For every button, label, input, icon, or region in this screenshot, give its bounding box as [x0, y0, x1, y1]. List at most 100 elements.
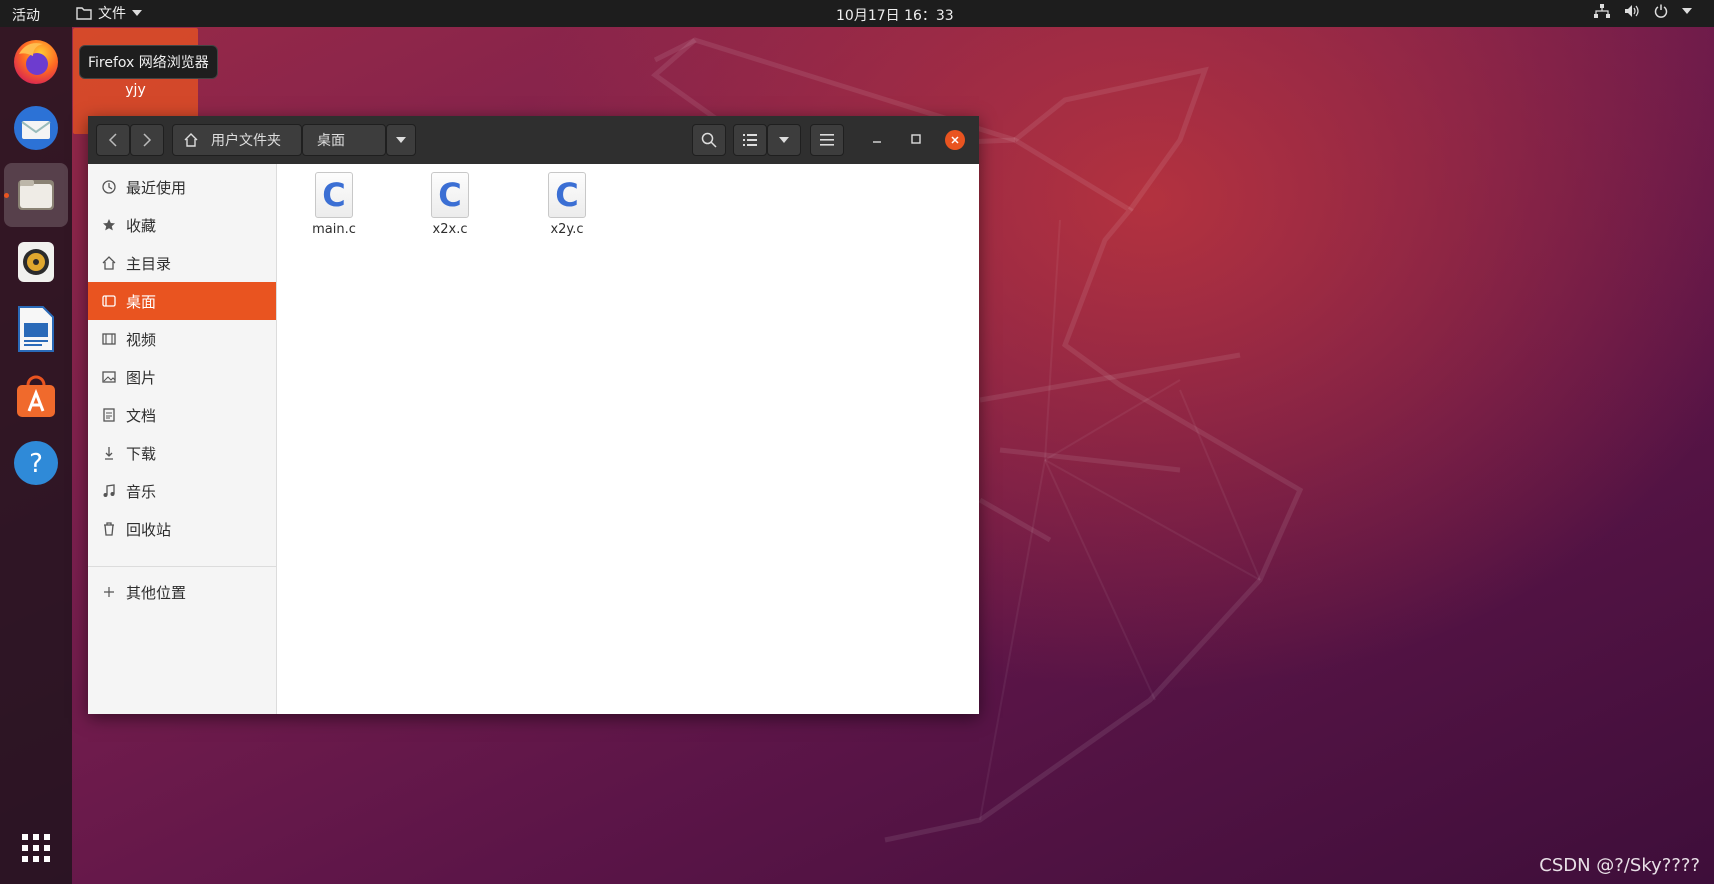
trash-icon: [100, 522, 118, 536]
file-manager-window: 用户文件夹 桌面 最近使用 收藏 主目录 桌面 视频 图片 文档 下载 音乐 回…: [88, 116, 979, 714]
files-icon: [18, 180, 54, 210]
sidebar-item-home[interactable]: 主目录: [88, 244, 276, 282]
sidebar-item-pictures[interactable]: 图片: [88, 358, 276, 396]
forward-button[interactable]: [130, 124, 164, 156]
places-sidebar: 最近使用 收藏 主目录 桌面 视频 图片 文档 下载 音乐 回收站 其他位置: [88, 164, 277, 714]
running-indicator: [4, 193, 9, 198]
breadcrumb-home[interactable]: 用户文件夹: [172, 124, 302, 156]
chevron-down-icon: [132, 10, 142, 16]
chevron-right-icon: [143, 133, 152, 147]
help-icon: ?: [14, 441, 58, 485]
sidebar-item-trash[interactable]: 回收站: [88, 510, 276, 548]
maximize-button[interactable]: [908, 131, 924, 147]
svg-text:?: ?: [29, 449, 43, 479]
file-item[interactable]: C x2x.c: [405, 172, 495, 237]
c-source-file-icon: C: [548, 172, 586, 218]
volume-icon: [1625, 5, 1639, 17]
system-tray[interactable]: [1594, 4, 1692, 18]
dock-help[interactable]: ?: [4, 431, 68, 495]
c-source-file-icon: C: [315, 172, 353, 218]
sidebar-item-label: 文档: [126, 406, 157, 425]
c-source-file-icon: C: [431, 172, 469, 218]
home-icon: [100, 256, 118, 270]
document-icon: [100, 408, 118, 422]
film-icon: [100, 332, 118, 346]
list-view-button[interactable]: [733, 124, 767, 156]
search-icon: [701, 132, 717, 148]
dock-rhythmbox[interactable]: [4, 230, 68, 294]
watermark: CSDN @?/Sky????: [1539, 855, 1700, 876]
breadcrumb-current[interactable]: 桌面: [302, 124, 386, 156]
star-icon: [100, 218, 118, 232]
search-button[interactable]: [692, 124, 726, 156]
sidebar-item-desktop[interactable]: 桌面: [88, 282, 276, 320]
close-icon: [951, 136, 959, 144]
file-item[interactable]: C main.c: [289, 172, 379, 237]
sidebar-item-label: 收藏: [126, 216, 157, 235]
sidebar-item-recent[interactable]: 最近使用: [88, 168, 276, 206]
dock-thunderbird[interactable]: [4, 96, 68, 160]
sidebar-divider: [88, 566, 276, 567]
sidebar-item-label: 下载: [126, 444, 157, 463]
chevron-down-icon: [779, 137, 789, 143]
dock-writer[interactable]: [4, 297, 68, 361]
chevron-down-icon: [396, 137, 406, 143]
sidebar-item-label: 主目录: [126, 254, 172, 273]
dock-firefox[interactable]: [4, 29, 68, 93]
home-icon: [184, 133, 198, 147]
download-icon: [100, 446, 118, 460]
activities-button[interactable]: 活动: [12, 5, 40, 25]
sidebar-item-downloads[interactable]: 下载: [88, 434, 276, 472]
power-icon: [1654, 4, 1668, 18]
minimize-icon: [873, 141, 881, 143]
dock-tooltip: Firefox 网络浏览器: [79, 45, 218, 79]
sidebar-item-videos[interactable]: 视频: [88, 320, 276, 358]
sidebar-item-other-locations[interactable]: 其他位置: [88, 573, 276, 611]
image-icon: [100, 370, 118, 384]
hamburger-icon: [820, 134, 834, 146]
music-icon: [100, 484, 118, 498]
dock-files[interactable]: [4, 163, 68, 227]
chevron-left-icon: [108, 133, 117, 147]
sidebar-item-label: 图片: [126, 368, 157, 387]
sidebar-item-label: 音乐: [126, 482, 157, 501]
writer-document-icon: [18, 306, 54, 352]
breadcrumb-current-label: 桌面: [317, 133, 345, 149]
file-name: main.c: [312, 222, 356, 237]
close-button[interactable]: [945, 130, 965, 150]
network-icon: [1594, 4, 1610, 18]
grid-icon: [22, 834, 50, 862]
sidebar-item-documents[interactable]: 文档: [88, 396, 276, 434]
file-view[interactable]: C main.c C x2x.c C x2y.c: [277, 164, 979, 714]
menu-button[interactable]: [810, 124, 844, 156]
show-applications-button[interactable]: [4, 816, 68, 880]
sidebar-item-label: 桌面: [126, 292, 157, 311]
dock-ubuntu-software[interactable]: [4, 364, 68, 428]
app-menu-label: 文件: [98, 6, 126, 22]
back-button[interactable]: [96, 124, 130, 156]
dock: ?: [0, 27, 72, 884]
folder-icon: [76, 7, 92, 20]
software-bag-icon: [17, 375, 55, 417]
speaker-icon: [18, 242, 54, 282]
breadcrumb-home-label: 用户文件夹: [211, 133, 281, 149]
minimize-button[interactable]: [869, 131, 885, 147]
desktop-icon: [100, 294, 118, 308]
list-view-icon: [743, 134, 757, 146]
desktop-icon-label: yjy: [125, 82, 146, 98]
file-name: x2x.c: [432, 222, 468, 237]
view-options-button[interactable]: [767, 124, 801, 156]
sidebar-item-starred[interactable]: 收藏: [88, 206, 276, 244]
sidebar-item-music[interactable]: 音乐: [88, 472, 276, 510]
clock-icon: [100, 180, 118, 194]
sidebar-item-label: 最近使用: [126, 178, 187, 197]
breadcrumb-menu-button[interactable]: [386, 124, 416, 156]
app-menu[interactable]: 文件: [76, 3, 142, 23]
clock[interactable]: 10月17日 16：33: [836, 5, 954, 25]
top-bar: 活动 文件 10月17日 16：33: [0, 0, 1714, 27]
chevron-down-icon: [1682, 8, 1692, 14]
sidebar-item-label: 回收站: [126, 520, 172, 539]
sidebar-item-label: 其他位置: [126, 583, 187, 602]
file-item[interactable]: C x2y.c: [522, 172, 612, 237]
sidebar-item-label: 视频: [126, 330, 157, 349]
